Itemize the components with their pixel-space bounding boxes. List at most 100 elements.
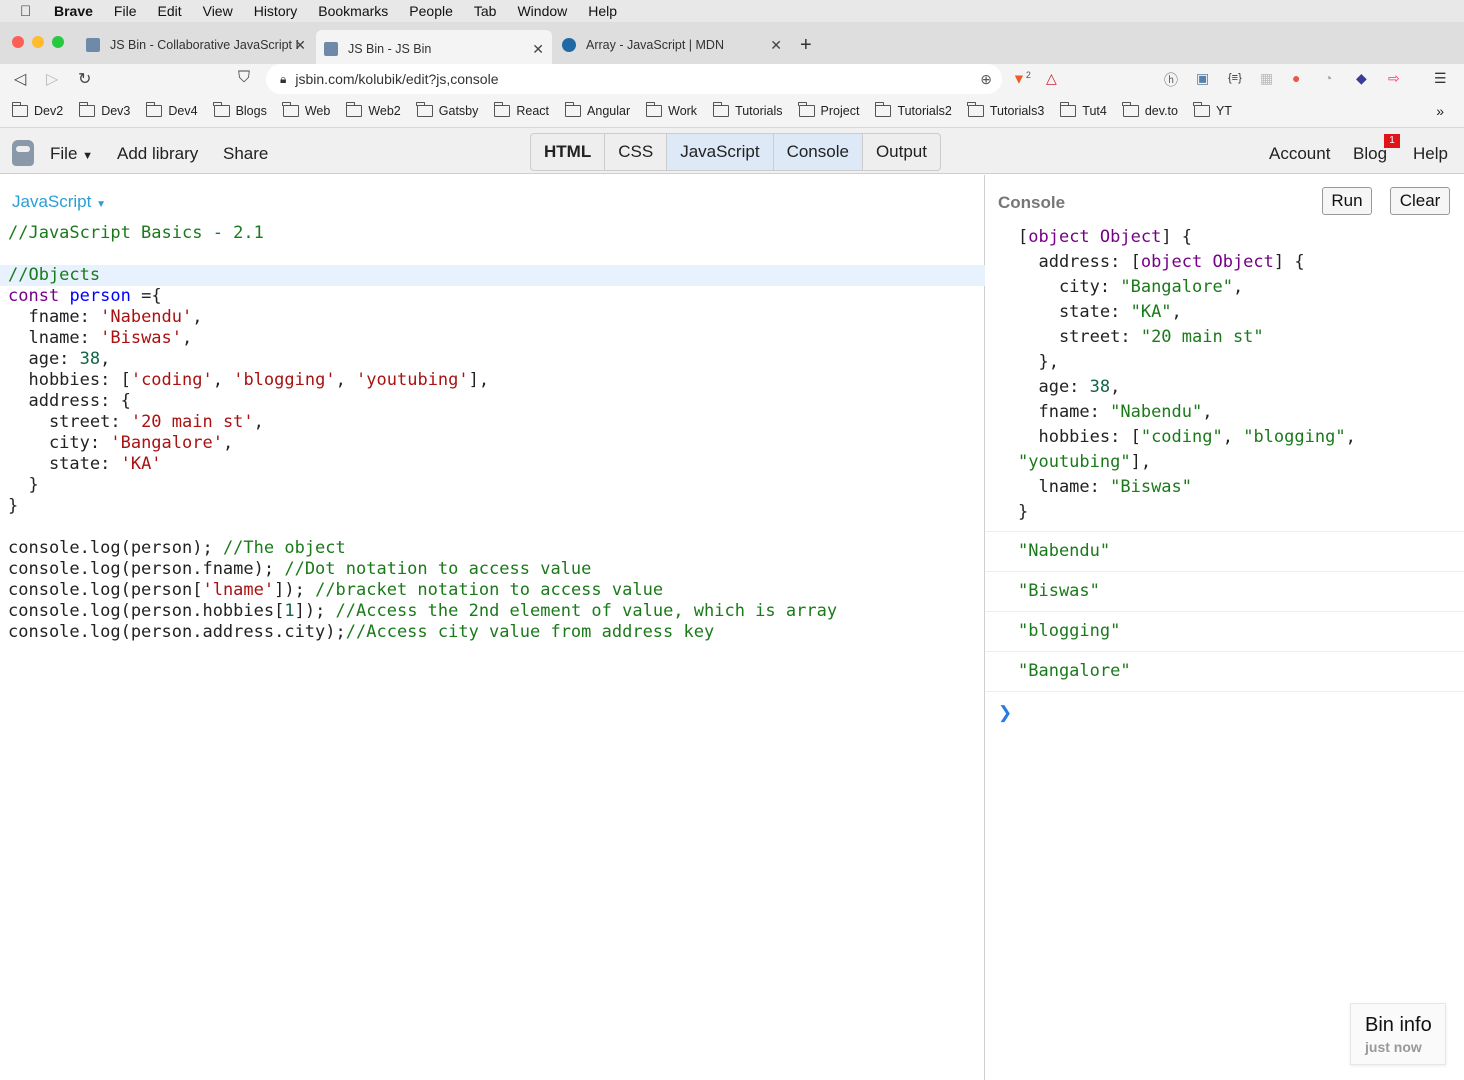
clear-button[interactable]: Clear xyxy=(1390,187,1450,215)
bookmark-folder[interactable]: Angular xyxy=(564,101,630,118)
console-object-line: age: 38, xyxy=(1018,377,1121,397)
code-line: console.log(person); //The object xyxy=(8,538,346,558)
help-link[interactable]: Help xyxy=(1413,144,1448,164)
bookmark-folder[interactable]: Project xyxy=(798,101,859,118)
folder-icon xyxy=(564,101,582,117)
bookmark-label: Tutorials3 xyxy=(989,103,1045,118)
back-icon[interactable]: ◁ xyxy=(14,69,26,89)
bin-info-title: Bin info xyxy=(1365,1014,1432,1036)
panel-output-toggle[interactable]: Output xyxy=(863,134,940,170)
panel-javascript-toggle[interactable]: JavaScript xyxy=(667,134,774,170)
menu-help[interactable]: Help xyxy=(588,3,617,19)
run-button[interactable]: Run xyxy=(1322,187,1372,215)
jsbin-favicon-icon xyxy=(324,42,338,56)
close-tab-icon[interactable]: ✕ xyxy=(532,41,544,58)
javascript-editor-panel[interactable]: JavaScript ▼ //JavaScript Basics - 2.1 /… xyxy=(0,175,985,1080)
menu-history[interactable]: History xyxy=(254,3,298,19)
menu-app-name[interactable]: Brave xyxy=(54,3,93,19)
file-menu[interactable]: File ▼ xyxy=(50,144,93,164)
close-window-button[interactable] xyxy=(12,36,24,48)
bookmark-folder[interactable]: Dev3 xyxy=(78,101,130,118)
bookmark-folder[interactable]: Dev4 xyxy=(145,101,198,118)
address-bar[interactable]: 🔒︎ jsbin.com/kolubik/edit?js,console ⊕ xyxy=(266,64,1002,94)
bookmark-folder[interactable]: Tut4 xyxy=(1059,101,1107,118)
extension-screen-icon[interactable]: ▣ xyxy=(1196,70,1209,87)
file-menu-label: File xyxy=(50,144,78,163)
bookmark-folder[interactable]: Blogs xyxy=(213,101,267,118)
forward-icon[interactable]: ▷ xyxy=(46,69,58,89)
panel-html-toggle[interactable]: HTML xyxy=(531,134,606,170)
close-tab-icon[interactable]: ✕ xyxy=(770,37,782,54)
close-tab-icon[interactable]: ✕ xyxy=(294,37,306,54)
code-line: //Objects xyxy=(8,265,101,285)
code-line: console.log(person.address.city);//Acces… xyxy=(8,622,715,642)
console-prompt-icon[interactable]: ❯ xyxy=(998,703,1012,723)
extension-json-icon[interactable]: {≡} xyxy=(1228,72,1242,84)
reload-icon[interactable]: ↻ xyxy=(78,69,91,89)
bookmark-label: React xyxy=(516,103,550,118)
console-log-entry: "Nabendu" xyxy=(986,532,1464,572)
tab-jsbin-collaborative[interactable]: JS Bin - Collaborative JavaScript Debugg… xyxy=(78,30,314,60)
menu-people[interactable]: People xyxy=(409,3,453,19)
bookmark-folder[interactable]: Dev2 xyxy=(11,101,63,118)
bookmark-folder[interactable]: Tutorials2 xyxy=(874,101,952,118)
tab-title: JS Bin - JS Bin xyxy=(348,42,432,56)
code-line: street: '20 main st', xyxy=(8,412,264,432)
minimize-window-button[interactable] xyxy=(32,36,44,48)
menu-window[interactable]: Window xyxy=(517,3,567,19)
bookmark-label: Blogs xyxy=(235,103,267,118)
bookmark-label: dev.to xyxy=(1144,103,1178,118)
folder-icon xyxy=(712,101,730,117)
bin-info-panel[interactable]: Bin info just now xyxy=(1350,1003,1446,1065)
bookmark-folder[interactable]: Work xyxy=(645,101,697,118)
panel-css-toggle[interactable]: CSS xyxy=(605,134,668,170)
code-area[interactable]: //JavaScript Basics - 2.1 //Objects const… xyxy=(8,223,837,643)
extension-arrow-icon[interactable]: ⇨ xyxy=(1388,70,1400,87)
maximize-window-button[interactable] xyxy=(52,36,64,48)
bookmark-folder[interactable]: Tutorials3 xyxy=(967,101,1045,118)
extension-cap-icon[interactable]: ◆ xyxy=(1356,70,1367,87)
apple-icon[interactable]:  xyxy=(20,3,36,20)
menu-edit[interactable]: Edit xyxy=(157,3,181,19)
browser-menu-icon[interactable]: ☰ xyxy=(1434,70,1447,87)
add-library-button[interactable]: Add library xyxy=(117,144,198,164)
bookmarks-overflow-icon[interactable]: » xyxy=(1436,103,1444,119)
extension-color-icon[interactable]: ● xyxy=(1292,70,1300,86)
share-button[interactable]: Share xyxy=(223,144,268,164)
account-link[interactable]: Account xyxy=(1269,144,1330,164)
console-log-entry: "Biswas" xyxy=(986,572,1464,612)
bookmark-icon[interactable]: ⛉ xyxy=(238,69,250,87)
bookmark-folder[interactable]: dev.to xyxy=(1122,101,1178,118)
bookmark-folder[interactable]: React xyxy=(493,101,550,118)
menu-file[interactable]: File xyxy=(114,3,137,19)
bookmark-folder[interactable]: Gatsby xyxy=(416,101,479,118)
bookmark-folder[interactable]: Web xyxy=(282,101,330,118)
extension-clock-icon[interactable]: ◔ xyxy=(1324,70,1332,86)
url-text: jsbin.com/kolubik/edit?js,console xyxy=(295,71,499,87)
menu-view[interactable]: View xyxy=(203,3,233,19)
new-tab-plus-icon[interactable]: + xyxy=(800,34,812,57)
console-title: Console xyxy=(998,193,1066,212)
extension-grid-icon[interactable]: ▦ xyxy=(1260,70,1273,87)
blog-link[interactable]: Blog xyxy=(1353,144,1387,164)
zoom-icon[interactable]: ⊕ xyxy=(980,71,992,88)
menu-tab[interactable]: Tab xyxy=(474,3,497,19)
folder-icon xyxy=(967,101,984,117)
brave-rewards-icon[interactable]: △ xyxy=(1046,70,1057,87)
brave-shields-icon[interactable]: ▼2 xyxy=(1012,70,1031,87)
code-line: console.log(person.hobbies[1]); //Access… xyxy=(8,601,838,621)
tab-mdn-array[interactable]: Array - JavaScript | MDN ✕ xyxy=(554,30,790,60)
menu-bookmarks[interactable]: Bookmarks xyxy=(318,3,388,19)
extension-h-icon[interactable]: ⓗ xyxy=(1164,70,1178,90)
tab-jsbin-active[interactable]: JS Bin - JS Bin ✕ xyxy=(316,30,552,68)
bookmark-folder[interactable]: Web2 xyxy=(345,101,401,118)
jsbin-logo-icon[interactable] xyxy=(12,140,34,166)
language-selector[interactable]: JavaScript ▼ xyxy=(12,192,106,212)
code-line: hobbies: ['coding', 'blogging', 'youtubi… xyxy=(8,370,490,390)
panel-console-toggle[interactable]: Console xyxy=(773,134,863,170)
bookmark-folder[interactable]: Tutorials xyxy=(712,101,783,118)
bookmark-label: Gatsby xyxy=(438,103,479,118)
bookmark-folder[interactable]: YT xyxy=(1193,101,1232,118)
